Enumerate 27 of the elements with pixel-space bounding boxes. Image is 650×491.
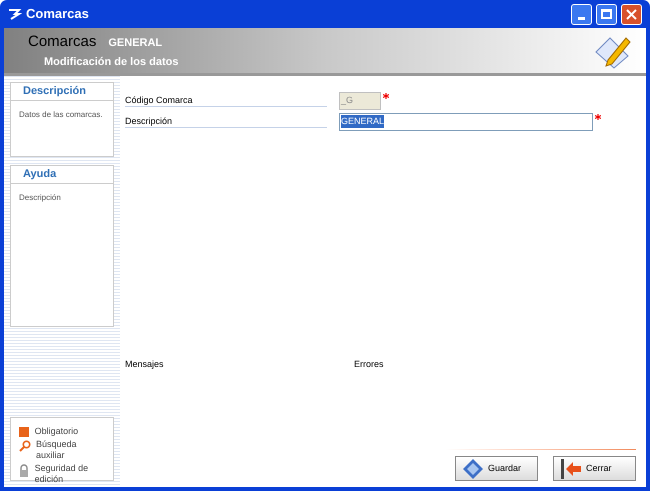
header-subtitle: Modificación de los datos: [43, 54, 180, 70]
panel-title: Ayuda: [11, 166, 113, 184]
panel-text: Datos de las comarcas.: [18, 108, 104, 120]
close-button[interactable]: [621, 4, 642, 24]
legend-label: Obligatorio: [34, 426, 80, 437]
messages-label: Mensajes: [125, 358, 165, 371]
errors-label: Errores: [354, 358, 384, 370]
save-button[interactable]: Guardar: [455, 456, 538, 481]
panel-title: Descripción: [11, 83, 113, 100]
legend-label: Búsqueda auxiliar: [36, 439, 78, 461]
window-title: Comarcas: [26, 5, 90, 24]
panel-text: Descripción: [18, 192, 62, 204]
exit-arrow-icon: [560, 458, 582, 478]
header-title: Comarcas: [28, 32, 96, 52]
legend-label: Seguridad de edición: [34, 463, 90, 485]
text-field[interactable]: GENERAL: [339, 112, 593, 130]
app-logo-icon: [8, 8, 22, 20]
field-label: Código Comarca: [125, 94, 327, 107]
minimize-button[interactable]: [571, 4, 592, 24]
field-label: Descripción: [125, 115, 327, 128]
maximize-button[interactable]: [596, 4, 617, 24]
close-form-button[interactable]: Cerrar: [553, 456, 636, 481]
required-icon: [19, 427, 30, 437]
lock-icon: [19, 464, 30, 477]
record-name: GENERAL: [108, 36, 162, 51]
close-icon: [626, 8, 637, 20]
search-icon: [19, 440, 31, 452]
